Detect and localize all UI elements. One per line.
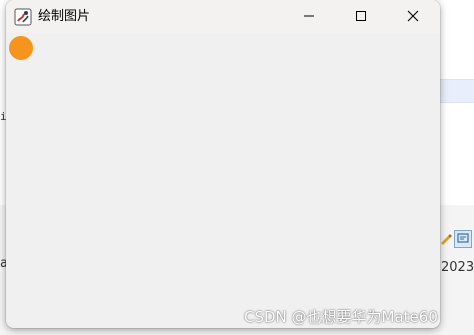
orange-circle <box>9 36 33 60</box>
watermark-text: CSDN @也想要华为Mate60 <box>244 308 438 326</box>
close-icon <box>407 7 419 26</box>
background-divider <box>440 79 474 80</box>
title-bar[interactable]: 绘制图片 <box>6 0 440 33</box>
maximize-button[interactable] <box>338 0 384 33</box>
java-app-icon <box>14 8 32 26</box>
drawing-canvas[interactable] <box>6 33 440 328</box>
background-divider <box>440 102 474 103</box>
background-console-icon <box>454 230 472 248</box>
app-window: 绘制图片 <box>6 0 440 328</box>
minimize-icon <box>303 7 315 26</box>
window-title: 绘制图片 <box>38 9 91 24</box>
minimize-button[interactable] <box>286 0 332 33</box>
background-highlight-row <box>440 80 474 102</box>
background-toolbar-icon <box>438 231 454 247</box>
maximize-icon <box>355 7 367 26</box>
close-button[interactable] <box>390 0 436 33</box>
background-date-text: 2023年 <box>441 260 474 275</box>
